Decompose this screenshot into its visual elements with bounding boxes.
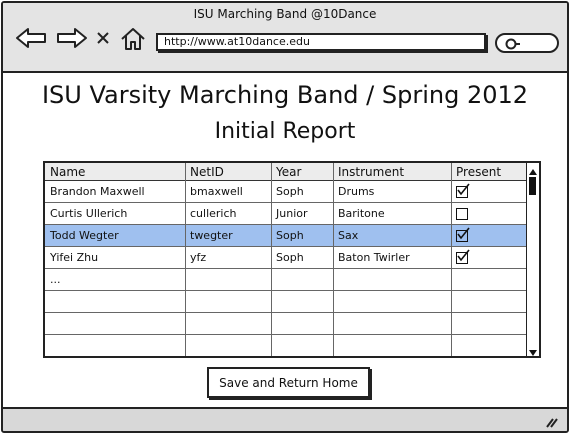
table-row[interactable] xyxy=(45,335,529,356)
cell-netid xyxy=(185,291,271,312)
cell-present xyxy=(451,291,529,312)
cell-instrument: Sax xyxy=(338,229,359,242)
cell-netid xyxy=(185,335,271,356)
attendance-table: Name NetID Year Instrument Present Brand… xyxy=(43,161,541,358)
cell-name xyxy=(45,313,185,334)
column-header-instrument[interactable]: Instrument xyxy=(333,163,451,180)
present-checkbox[interactable] xyxy=(456,227,470,242)
cell-instrument: Baritone xyxy=(338,207,385,220)
cell-year: Soph xyxy=(276,251,304,264)
status-bar xyxy=(3,407,567,431)
scrollbar-thumb[interactable] xyxy=(529,177,536,195)
window-title: ISU Marching Band @10Dance xyxy=(193,7,377,21)
back-arrow-icon[interactable] xyxy=(15,27,47,49)
table-row[interactable]: Todd Wegter twegter Soph Sax xyxy=(45,225,529,247)
table-scrollbar[interactable] xyxy=(526,163,539,356)
cell-present xyxy=(451,269,529,290)
browser-window: ISU Marching Band @10Dance http://www.at… xyxy=(1,1,569,433)
cell-instrument xyxy=(333,269,451,290)
search-field[interactable] xyxy=(495,33,559,53)
page-subtitle: Initial Report xyxy=(214,119,356,144)
cell-year xyxy=(271,313,333,334)
present-checkbox[interactable] xyxy=(456,207,468,220)
cell-name xyxy=(45,291,185,312)
present-checkbox[interactable] xyxy=(456,249,470,264)
column-header-year[interactable]: Year xyxy=(271,163,333,180)
cell-year xyxy=(271,269,333,290)
search-icon xyxy=(505,38,520,50)
scroll-down-arrow-icon[interactable] xyxy=(527,344,539,356)
home-icon[interactable] xyxy=(119,27,147,51)
present-checkbox[interactable] xyxy=(456,183,470,198)
cell-instrument: Baton Twirler xyxy=(338,251,410,264)
cell-netid: cullerich xyxy=(190,207,237,220)
cell-present xyxy=(451,225,529,246)
cell-present xyxy=(451,247,529,268)
address-bar[interactable]: http://www.at10dance.edu xyxy=(156,33,486,51)
cell-year xyxy=(271,335,333,356)
cell-year: Soph xyxy=(276,185,304,198)
cell-name: ... xyxy=(50,273,61,286)
cell-present xyxy=(451,313,529,334)
cell-netid: yfz xyxy=(190,251,207,264)
checkmark-icon xyxy=(457,249,470,261)
browser-chrome: ISU Marching Band @10Dance http://www.at… xyxy=(3,3,567,73)
cell-present xyxy=(451,181,529,202)
scroll-up-arrow-icon[interactable] xyxy=(527,163,539,175)
cell-netid xyxy=(185,269,271,290)
page-title: ISU Varsity Marching Band / Spring 2012 xyxy=(41,81,529,109)
column-header-name[interactable]: Name xyxy=(45,163,185,180)
table-row[interactable] xyxy=(45,291,529,313)
forward-arrow-icon[interactable] xyxy=(56,27,88,49)
cell-name xyxy=(45,335,185,356)
cell-name: Brandon Maxwell xyxy=(50,185,145,198)
column-header-present[interactable]: Present xyxy=(451,163,529,180)
cell-netid xyxy=(185,313,271,334)
table-row[interactable]: Brandon Maxwell bmaxwell Soph Drums xyxy=(45,181,529,203)
column-header-netid[interactable]: NetID xyxy=(185,163,271,180)
resize-grip-icon[interactable] xyxy=(545,413,559,431)
table-row[interactable]: ... xyxy=(45,269,529,291)
cell-instrument xyxy=(333,313,451,334)
cell-netid: bmaxwell xyxy=(190,185,243,198)
cell-netid: twegter xyxy=(190,229,233,242)
cell-year xyxy=(271,291,333,312)
table-row[interactable]: Curtis Ullerich cullerich Junior Baritone xyxy=(45,203,529,225)
table-row[interactable]: Yifei Zhu yfz Soph Baton Twirler xyxy=(45,247,529,269)
checkmark-icon xyxy=(457,183,470,195)
cell-present xyxy=(451,203,529,224)
cell-year: Soph xyxy=(276,229,304,242)
table-header: Name NetID Year Instrument Present xyxy=(45,163,529,181)
cell-name: Yifei Zhu xyxy=(50,251,99,264)
cell-year: Junior xyxy=(276,207,308,220)
cell-instrument xyxy=(333,291,451,312)
cell-instrument xyxy=(333,335,451,356)
save-and-return-home-button[interactable]: Save and Return Home xyxy=(207,367,370,398)
cell-instrument: Drums xyxy=(338,185,375,198)
checkmark-icon xyxy=(457,227,470,239)
cell-present xyxy=(451,335,529,356)
table-row[interactable] xyxy=(45,313,529,335)
cell-name: Todd Wegter xyxy=(50,229,119,242)
cell-name: Curtis Ullerich xyxy=(50,207,128,220)
close-icon[interactable] xyxy=(96,31,110,45)
